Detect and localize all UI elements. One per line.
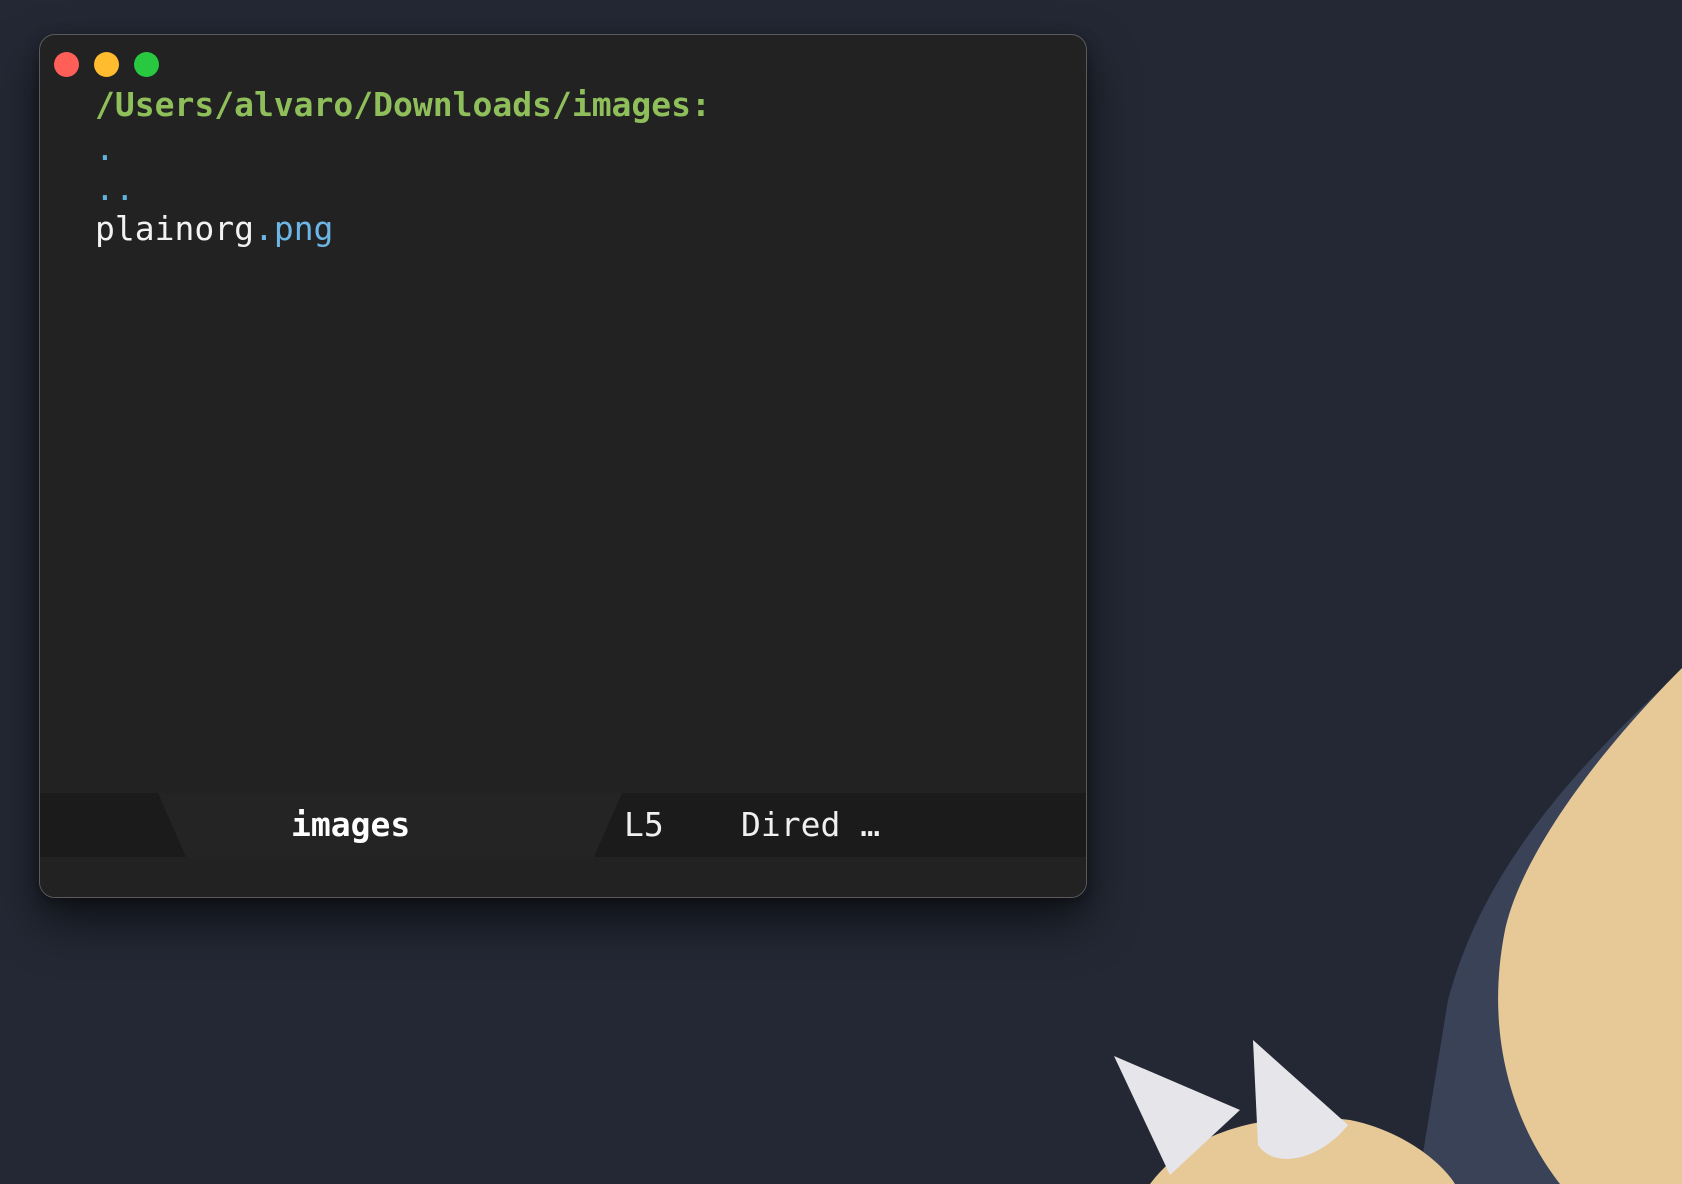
dired-entry-current-dir[interactable]: . <box>95 129 711 169</box>
emacs-window[interactable]: /Users/alvaro/Downloads/images: . .. pla… <box>39 34 1087 898</box>
desktop: /Users/alvaro/Downloads/images: . .. pla… <box>0 0 1682 1184</box>
mode-line-major-mode: Dired … <box>741 805 881 844</box>
entry-name: .. <box>95 169 135 208</box>
dired-entry-file[interactable]: plainorg.png <box>95 209 711 249</box>
dired-entry-parent-dir[interactable]: .. <box>95 169 711 209</box>
maximize-button[interactable] <box>134 52 159 77</box>
close-button[interactable] <box>54 52 79 77</box>
mode-line: images L5 Dired … <box>40 793 1086 857</box>
minimize-button[interactable] <box>94 52 119 77</box>
file-basename: plainorg <box>95 209 254 248</box>
file-extension: .png <box>253 209 334 248</box>
window-controls <box>54 52 159 77</box>
mode-line-buffer-name: images <box>291 805 411 844</box>
directory-header: /Users/alvaro/Downloads/images: <box>95 85 711 124</box>
dired-buffer[interactable]: /Users/alvaro/Downloads/images: . .. pla… <box>95 85 711 249</box>
mode-line-separator-shape <box>40 793 1086 857</box>
entry-name: . <box>95 129 115 168</box>
minibuffer[interactable] <box>40 857 1086 897</box>
mode-line-line-number: L5 <box>624 805 664 844</box>
